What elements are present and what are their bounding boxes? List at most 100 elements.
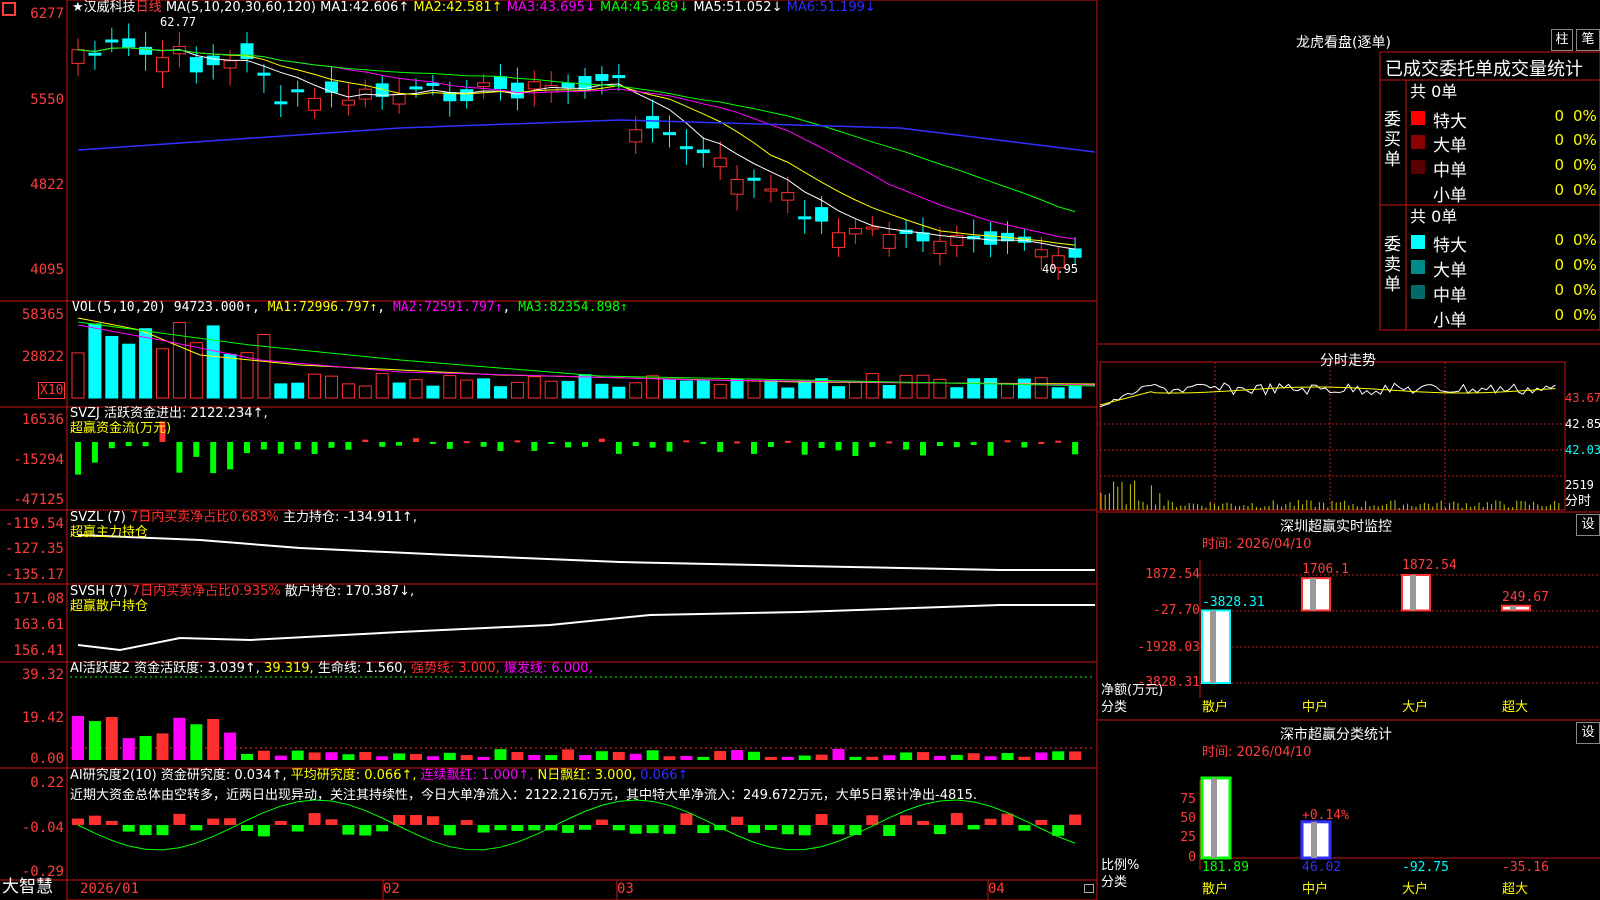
svzj-bar — [311, 442, 318, 454]
price-low-label: 40.95 — [1042, 262, 1079, 276]
svzj-bar — [1038, 441, 1045, 444]
svzj-bar — [328, 442, 335, 448]
intraday-axis-label: 43.67 — [1565, 391, 1600, 405]
sz-classify-title: 深市超赢分类统计 — [1280, 727, 1392, 743]
ai-active-bar — [173, 717, 186, 760]
candle-body — [494, 76, 507, 89]
sz-classify-value-label: 181.89 — [1202, 860, 1249, 875]
ai-active-bar — [967, 753, 980, 760]
ai-research-bar — [308, 813, 321, 825]
svsh-axis-label: 163.61 — [13, 617, 64, 633]
main-chart-border — [66, 0, 1098, 900]
volume-bar — [933, 378, 947, 399]
svzj-bar — [953, 442, 960, 448]
ai-research-bar — [241, 825, 253, 831]
svzj-bar — [429, 442, 436, 444]
ma5-name: MA5: — [693, 0, 727, 15]
candle-body — [156, 57, 169, 73]
sz-monitor-settings-button[interactable]: 设 — [1576, 514, 1600, 536]
candle-body — [510, 82, 524, 99]
price-candles — [71, 23, 1082, 280]
ai-active-bar — [798, 755, 811, 760]
candle-body — [105, 39, 119, 43]
lhb-subtitle: 已成交委托单成交量统计 — [1385, 59, 1583, 80]
ai-research-bar — [426, 816, 439, 825]
ai-research-bar — [1035, 819, 1048, 825]
ai-active-item: 资金活跃度: 3.039↑, — [134, 661, 260, 676]
svsh-line2: 超赢散户持仓 — [70, 599, 149, 614]
svzl-label: SVZL (7) — [70, 510, 126, 525]
candle-body — [1068, 248, 1082, 258]
volume-bar — [122, 343, 136, 399]
ai-active-bar — [1052, 751, 1065, 760]
price-high-label: 62.77 — [160, 15, 197, 29]
sz-monitor-value-label: 1872.54 — [1402, 558, 1457, 573]
candle-body — [527, 81, 541, 90]
buy-orders-label: 委买单 — [1384, 110, 1401, 170]
svzj-bar — [987, 442, 994, 456]
svzj-bar — [734, 441, 741, 444]
ai-research-bars — [72, 799, 1082, 851]
intraday-chart — [1099, 361, 1566, 511]
ai-research-bar — [595, 819, 608, 825]
ma4-value: 45.489↓ — [632, 0, 690, 15]
volume-bar — [358, 385, 372, 399]
candle-body — [477, 82, 491, 88]
ai-active-bar — [748, 751, 760, 760]
ma-line — [77, 47, 1076, 246]
svzj-bar — [649, 442, 656, 448]
ai-research-comment: 近期大资金总体由空转多，近两日出现异动，关注其持续性，今日大单净流入：2122.… — [70, 788, 977, 803]
ai-research-bar — [274, 820, 287, 825]
volume-bar — [1034, 377, 1048, 399]
ai-active-bar — [224, 732, 237, 760]
volume-bar — [1068, 385, 1082, 399]
volume-bar — [223, 354, 237, 399]
vol-unit-button[interactable]: X10 — [38, 382, 66, 399]
svzj-bar — [784, 440, 791, 443]
sz-monitor-title: 深圳超赢实时监控 — [1280, 519, 1392, 535]
svsh-curve — [77, 604, 1095, 652]
svzj-bar — [210, 442, 217, 474]
candle-body — [341, 99, 355, 106]
buy-row-large: 大单 0 0% — [1408, 130, 1600, 156]
sz-classify-axis-label: 50 — [1180, 811, 1196, 826]
volume-bar — [172, 322, 186, 399]
volume-bar — [663, 379, 676, 399]
lock-icon[interactable] — [1084, 884, 1094, 893]
candle-body — [426, 82, 440, 86]
sz-classify-pct-label: +0.14% — [1302, 808, 1349, 823]
ai-active-bar — [241, 753, 253, 760]
sz-classify-settings-button[interactable]: 设 — [1576, 722, 1600, 744]
candle-body — [679, 146, 693, 150]
ai-active-axis-label: 0.00 — [30, 751, 64, 767]
period-label[interactable]: 日线 — [136, 0, 162, 15]
ai-research-bar — [646, 825, 659, 834]
tick-mode-button[interactable]: 笔 — [1576, 29, 1600, 51]
svzj-bar — [294, 442, 301, 450]
ai-active-bar — [274, 755, 287, 760]
candle-body — [629, 129, 643, 143]
bottom-brand[interactable]: 大智慧 — [2, 879, 53, 896]
svzl-curve — [77, 534, 1095, 571]
ai-active-bar — [207, 718, 220, 760]
sz-monitor-axis-label: -1928.03 — [1137, 640, 1200, 655]
ai-active-axis-label: 39.32 — [21, 667, 64, 683]
svzj-line1: 活跃资金进出: 2122.234↑, — [104, 406, 268, 421]
candle-body — [696, 149, 710, 154]
sz-monitor-ylabel: 净额(万元) — [1101, 683, 1164, 698]
svzj-bar — [75, 442, 81, 475]
ai-active-bar — [494, 749, 507, 760]
volume-bar — [967, 378, 981, 399]
chart-canvas[interactable] — [0, 0, 1600, 900]
candle-body — [409, 86, 423, 90]
volume-bar — [189, 342, 203, 399]
candle-body — [206, 55, 220, 66]
svzj-axis-label: -15294 — [13, 452, 64, 468]
ai-active-bar — [680, 755, 693, 760]
svzj-bar — [666, 442, 673, 452]
volume-bar — [274, 383, 288, 399]
bar-mode-button[interactable]: 柱 — [1551, 29, 1573, 51]
ai-research-bar — [933, 825, 946, 835]
volume-bar — [460, 379, 474, 399]
candle-body — [798, 216, 812, 220]
